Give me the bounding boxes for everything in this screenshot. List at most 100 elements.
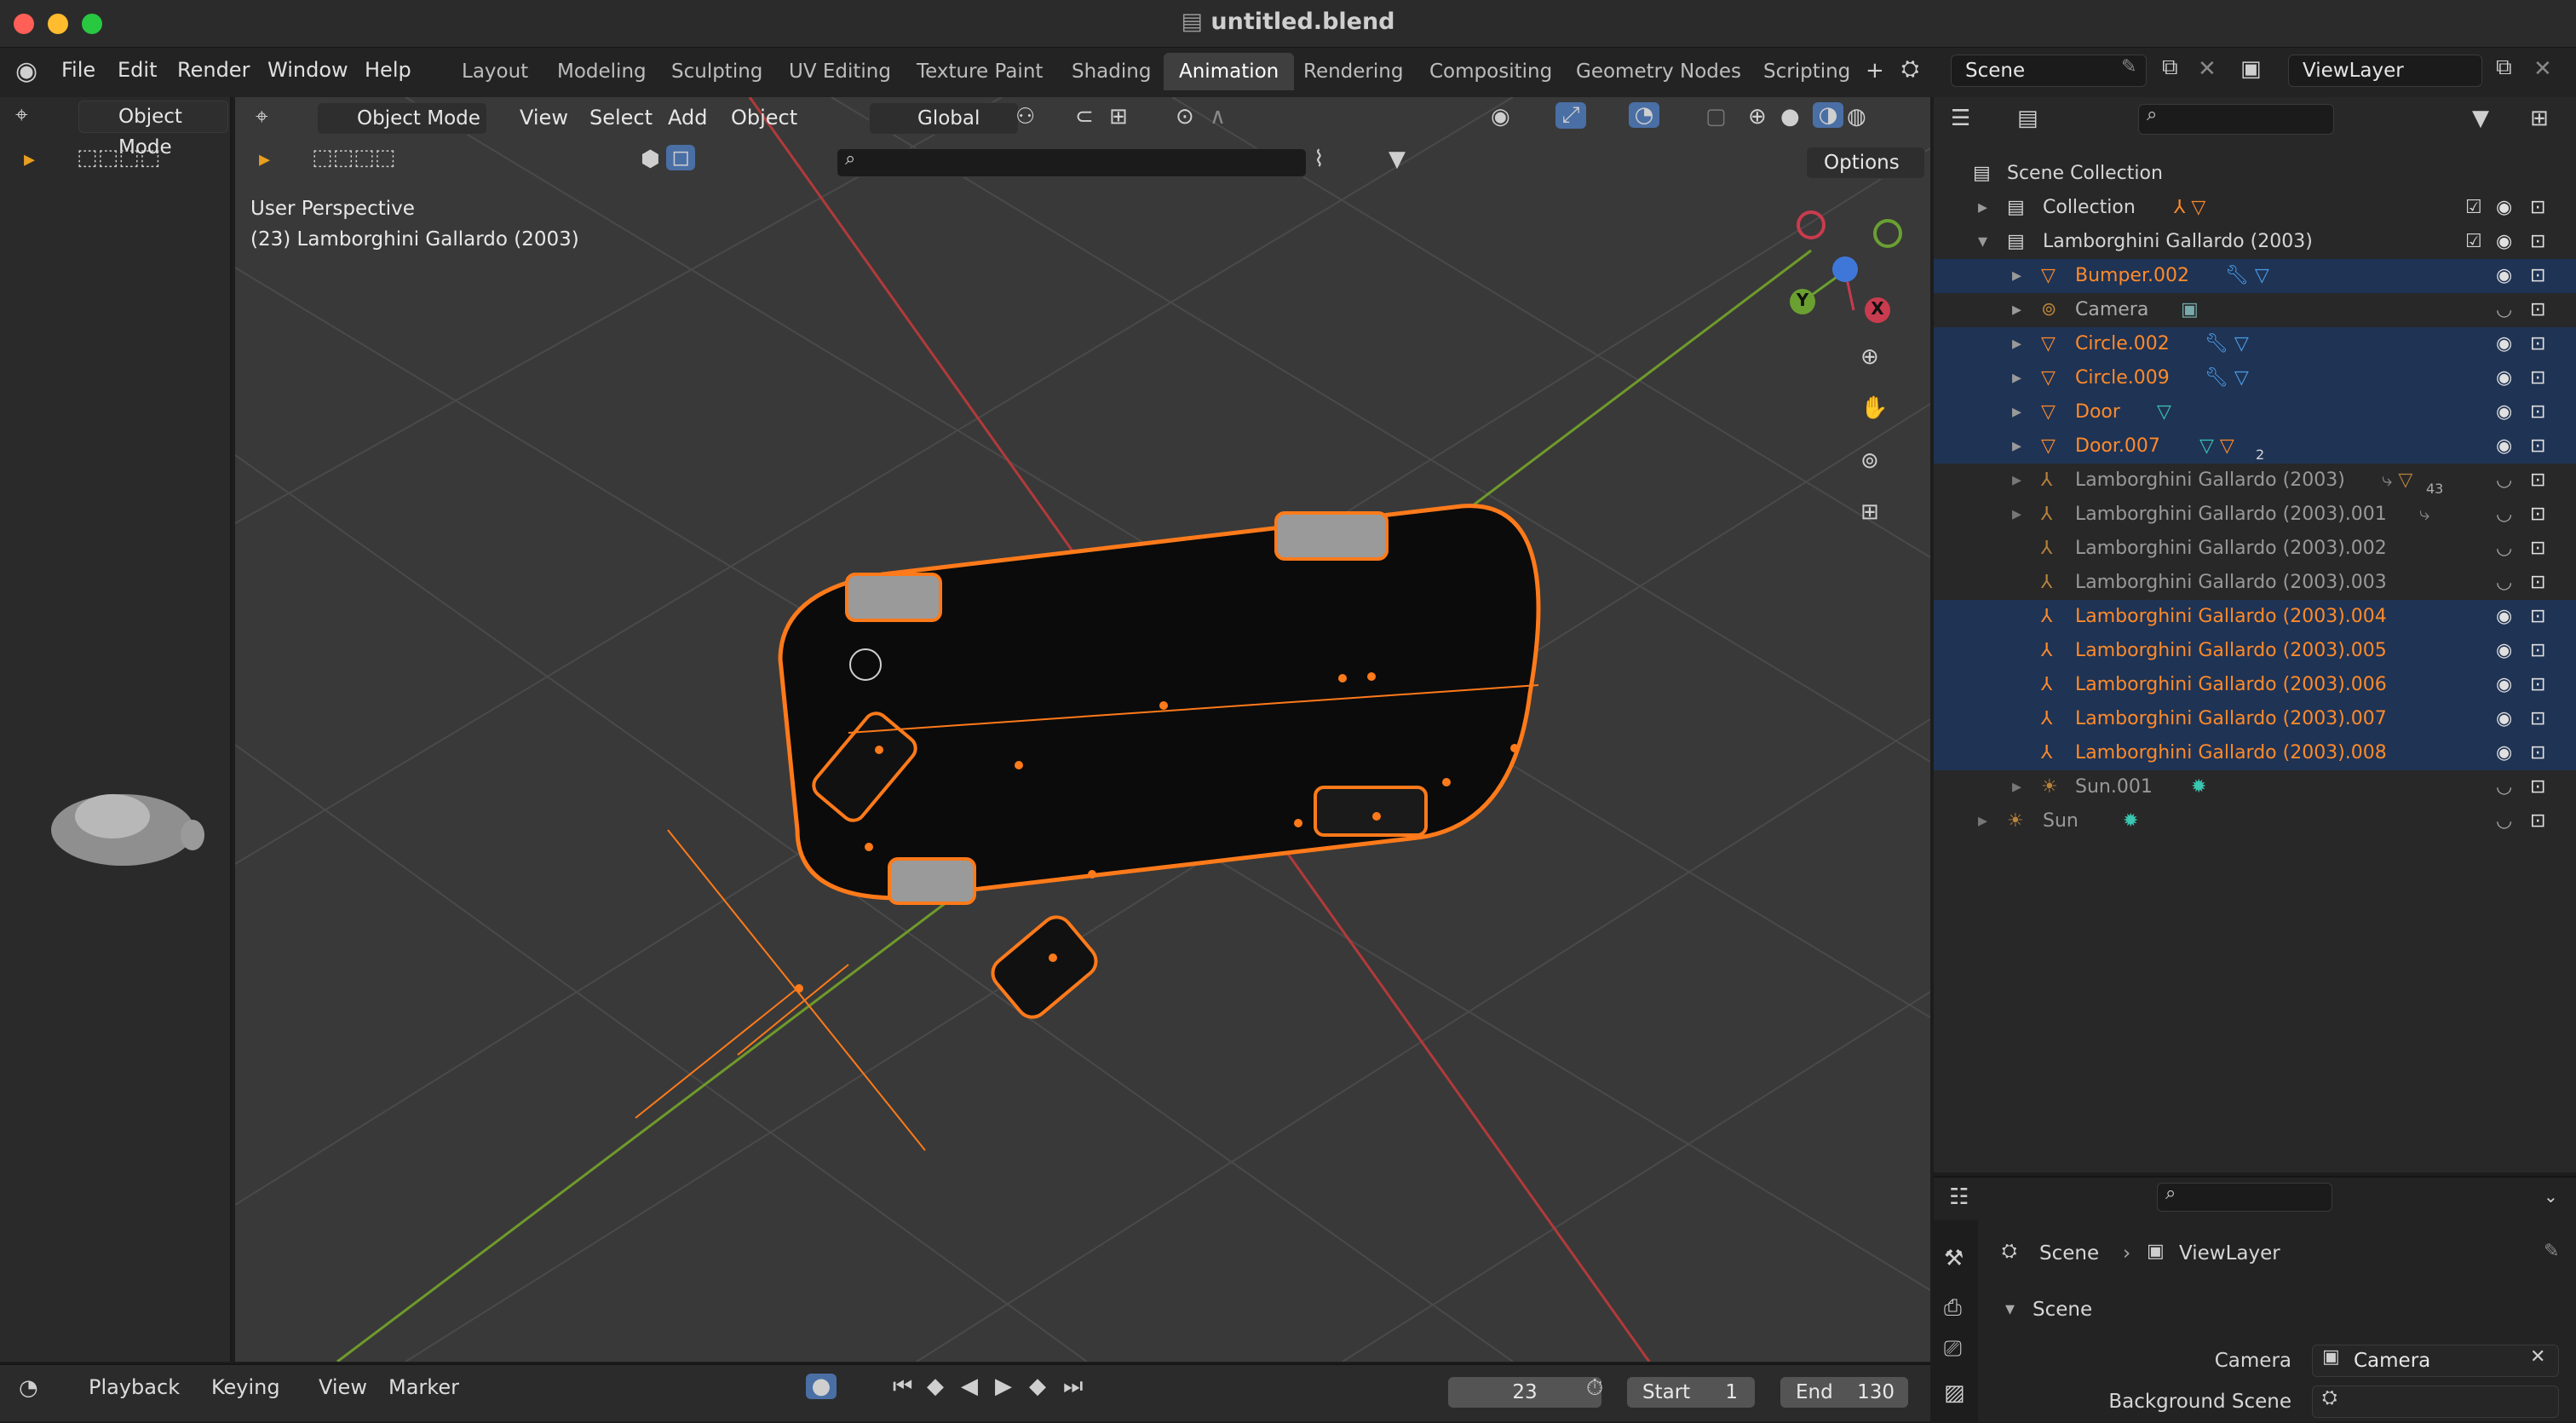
eye-icon[interactable]: ◉ — [2496, 429, 2512, 464]
timeline-menu-playback[interactable]: Playback — [89, 1375, 180, 1399]
outliner-row-circle002[interactable]: ▸ ▽ Circle.002 🔧︎ ▽ ◉ ⊡ — [1934, 327, 2576, 361]
menu-help[interactable]: Help — [365, 58, 411, 82]
viewport-menu-object[interactable]: Object — [731, 106, 797, 130]
expand-arrow-icon[interactable]: ▸ — [2012, 259, 2021, 293]
start-frame-field[interactable]: Start 1 — [1627, 1377, 1755, 1408]
menu-window[interactable]: Window — [267, 58, 348, 82]
render-camera-icon[interactable]: ⊡ — [2530, 770, 2545, 804]
bookmark-icon[interactable]: ⌇ — [1314, 147, 1325, 172]
panel-collapse-icon[interactable]: ▾ — [2005, 1299, 2015, 1320]
chevron-down-icon[interactable]: ⌄ — [2544, 1186, 2558, 1207]
tool-tab-icon[interactable]: ⚒ — [1944, 1246, 1964, 1271]
snap-target-icon[interactable]: ⊞ — [1109, 104, 1128, 130]
eye-icon[interactable]: ◉ — [2496, 702, 2512, 736]
outliner-row-circle009[interactable]: ▸ ▽ Circle.009 🔧︎ ▽ ◉ ⊡ — [1934, 361, 2576, 395]
end-frame-field[interactable]: End 130 — [1780, 1377, 1908, 1408]
expand-arrow-icon[interactable]: ▸ — [2012, 498, 2021, 532]
pan-hand-icon[interactable]: ✋ — [1860, 395, 1888, 421]
play-icon[interactable]: ▶ — [995, 1374, 1012, 1399]
view-layer-tab-icon[interactable]: ▨ — [1944, 1380, 1965, 1406]
outliner-row-collection[interactable]: ▸ ▤ Collection ⅄ ▽ ☑ ◉ ⊡ — [1934, 191, 2576, 225]
eye-hidden-icon[interactable]: ◡ — [2496, 566, 2512, 600]
tab-compositing[interactable]: Compositing — [1414, 53, 1567, 90]
outliner-row-door[interactable]: ▸ ▽ Door ▽ ◉ ⊡ — [1934, 395, 2576, 429]
expand-arrow-icon[interactable]: ▸ — [2012, 395, 2021, 429]
tab-modeling[interactable]: Modeling — [542, 53, 662, 90]
pin-icon[interactable]: ✎ — [2544, 1241, 2559, 1262]
outliner-row-bumper[interactable]: ▸ ▽ Bumper.002 🔧︎ ▽ ◉ ⊡ — [1934, 259, 2576, 293]
menu-render[interactable]: Render — [177, 58, 250, 82]
editor-type-icon[interactable]: ◔ — [19, 1375, 38, 1401]
eye-icon[interactable]: ◉ — [2496, 327, 2512, 361]
expand-arrow-icon[interactable]: ▸ — [2012, 770, 2021, 804]
eye-hidden-icon[interactable]: ◡ — [2496, 464, 2512, 498]
render-camera-icon[interactable]: ⊡ — [2530, 702, 2545, 736]
output-tab-icon[interactable]: ⎚ — [1944, 1336, 1962, 1363]
render-tab-icon[interactable]: ⎙ — [1944, 1295, 1962, 1322]
outliner-row-root[interactable]: ▤ Scene Collection — [1934, 157, 2576, 191]
snap-icon[interactable]: ⊂ — [1075, 104, 1094, 130]
viewport-search-input[interactable] — [837, 148, 1307, 177]
falloff-icon[interactable]: ∧ — [1210, 104, 1226, 130]
viewlayer-icon[interactable]: ▣ — [2240, 56, 2262, 82]
prev-keyframe-icon[interactable]: ◆ — [927, 1374, 944, 1399]
expand-arrow-icon[interactable]: ▸ — [2012, 464, 2021, 498]
render-camera-icon[interactable]: ⊡ — [2530, 429, 2545, 464]
tab-geometry-nodes[interactable]: Geometry Nodes — [1561, 53, 1757, 90]
3d-viewport[interactable]: Y X ⌖ Object Mode View Select Add Object… — [235, 97, 1930, 1362]
tab-scripting[interactable]: Scripting — [1748, 53, 1866, 90]
eye-icon[interactable]: ◉ — [2496, 361, 2512, 395]
outliner-row-camera[interactable]: ▸ ⊚ Camera ▣ ◡ ⊡ — [1934, 293, 2576, 327]
new-viewlayer-icon[interactable]: ⧉ — [2496, 55, 2512, 81]
delete-viewlayer-icon[interactable]: ✕ — [2533, 56, 2552, 82]
render-camera-icon[interactable]: ⊡ — [2530, 361, 2545, 395]
new-scene-icon[interactable]: ⧉ — [2162, 55, 2178, 81]
editor-type-icon[interactable]: ☰ — [1951, 106, 1970, 131]
scene-section-header[interactable]: Scene — [2033, 1299, 2092, 1321]
outliner-row-lambo-007[interactable]: ⅄ Lamborghini Gallardo (2003).007 ◉ ⊡ — [1934, 702, 2576, 736]
object-type-filter-icon[interactable]: ⬢ — [641, 147, 660, 172]
select-tool-icon[interactable]: ▸ — [259, 147, 270, 172]
timeline-menu-view[interactable]: View — [319, 1375, 367, 1399]
render-camera-icon[interactable]: ⊡ — [2530, 191, 2545, 225]
eye-hidden-icon[interactable]: ◡ — [2496, 804, 2512, 838]
editor-type-icon[interactable]: ⌖ — [15, 102, 28, 129]
expand-arrow-icon[interactable]: ▸ — [2012, 429, 2021, 464]
render-camera-icon[interactable]: ⊡ — [2530, 668, 2545, 702]
zoom-icon[interactable]: ⊕ — [1860, 344, 1879, 370]
timeline-menu-keying[interactable]: Keying — [211, 1375, 280, 1399]
pivot-point-icon[interactable]: ⚇ — [1015, 104, 1035, 130]
editor-type-icon[interactable]: ⌖ — [256, 104, 268, 130]
delete-scene-icon[interactable]: ✕ — [2198, 56, 2217, 82]
expand-arrow-icon[interactable]: ▸ — [2012, 293, 2021, 327]
tab-texture-paint[interactable]: Texture Paint — [901, 53, 1058, 90]
scene-selector[interactable]: Scene — [1951, 55, 2147, 87]
render-camera-icon[interactable]: ⊡ — [2530, 327, 2545, 361]
exclude-checkbox[interactable]: ☑ — [2465, 191, 2482, 225]
render-camera-icon[interactable]: ⊡ — [2530, 498, 2545, 532]
visibility-icon[interactable]: ◉ — [1491, 104, 1510, 130]
pin-icon[interactable]: ✎ — [2121, 56, 2136, 78]
next-keyframe-icon[interactable]: ◆ — [1029, 1374, 1046, 1399]
render-camera-icon[interactable]: ⊡ — [2530, 259, 2545, 293]
viewlayer-selector[interactable]: ViewLayer — [2288, 55, 2482, 87]
breadcrumb-scene[interactable]: Scene — [2039, 1242, 2099, 1265]
eye-icon[interactable]: ◉ — [2496, 736, 2512, 770]
eye-icon[interactable]: ◉ — [2496, 668, 2512, 702]
eye-hidden-icon[interactable]: ◡ — [2496, 498, 2512, 532]
outliner-row-door007[interactable]: ▸ ▽ Door.007 ▽ ▽ 2 ◉ ⊡ — [1934, 429, 2576, 464]
play-reverse-icon[interactable]: ◀ — [961, 1374, 978, 1399]
collapse-arrow-icon[interactable]: ▾ — [1978, 225, 1987, 259]
stopwatch-icon[interactable]: ⏱ — [1586, 1375, 1603, 1402]
viewport-menu-view[interactable]: View — [520, 106, 568, 130]
menu-edit[interactable]: Edit — [118, 58, 157, 82]
scene-icon[interactable]: ⛭ — [1901, 56, 1919, 83]
editor-type-icon[interactable]: ☷ — [1949, 1184, 1969, 1210]
new-collection-icon[interactable]: ⊞ — [2530, 106, 2549, 131]
timeline-menu-marker[interactable]: Marker — [388, 1375, 459, 1399]
outliner-row-lambo-008[interactable]: ⅄ Lamborghini Gallardo (2003).008 ◉ ⊡ — [1934, 736, 2576, 770]
current-frame-field[interactable]: 23 — [1448, 1377, 1601, 1408]
outliner-row-lambo-001[interactable]: ▸ ⅄ Lamborghini Gallardo (2003).001 ⤷ ◡ … — [1934, 498, 2576, 532]
expand-arrow-icon[interactable]: ▸ — [1978, 191, 1987, 225]
transform-orientation-selector[interactable]: Global — [869, 102, 1019, 135]
